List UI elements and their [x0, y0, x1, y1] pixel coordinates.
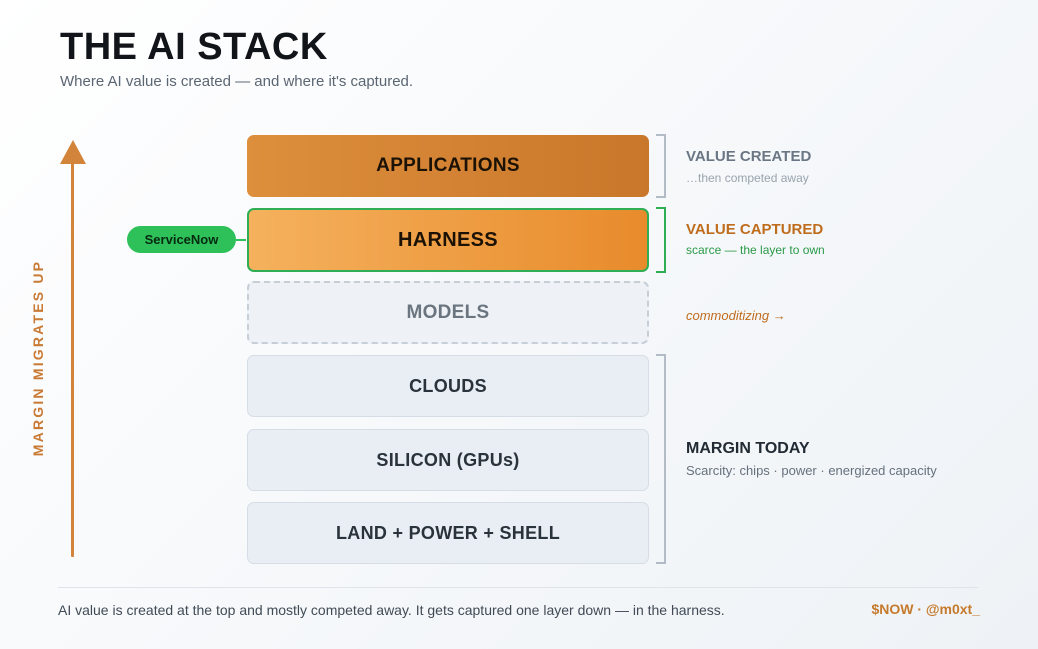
layer-clouds: CLOUDS: [247, 355, 649, 417]
page-subtitle: Where AI value is created — and where it…: [60, 73, 414, 90]
layer-silicon: SILICON (GPUs): [247, 429, 649, 491]
margin-today-sub: Scarcity: chips · power · energized capa…: [686, 463, 937, 478]
value-captured-sub: scarce — the layer to own: [686, 243, 825, 257]
footer-caption: AI value is created at the top and mostl…: [58, 602, 725, 618]
value-created-title: VALUE CREATED: [686, 148, 812, 165]
pill-connector: [236, 239, 246, 241]
commoditizing-note: commoditizing →: [686, 308, 786, 323]
margin-today-title: MARGIN TODAY: [686, 440, 810, 457]
page-title: THE AI STACK: [60, 26, 328, 68]
margin-axis-line: [71, 160, 74, 557]
value-captured-title: VALUE CAPTURED: [686, 221, 824, 238]
servicenow-pill: ServiceNow: [127, 226, 236, 253]
footer-divider: [58, 587, 978, 588]
layer-models: MODELS: [247, 281, 649, 344]
axis-label: MARGIN MIGRATES UP: [30, 259, 46, 457]
author-credit: $NOW · @m0xt_: [871, 601, 980, 617]
layer-harness: HARNESS: [247, 208, 649, 272]
bracket-value-captured: [656, 207, 666, 273]
layer-applications: APPLICATIONS: [247, 135, 649, 197]
value-created-sub: …then competed away: [686, 171, 809, 185]
layer-land-power-shell: LAND + POWER + SHELL: [247, 502, 649, 564]
bracket-value-created: [656, 134, 666, 198]
bracket-margin-today: [656, 354, 666, 564]
